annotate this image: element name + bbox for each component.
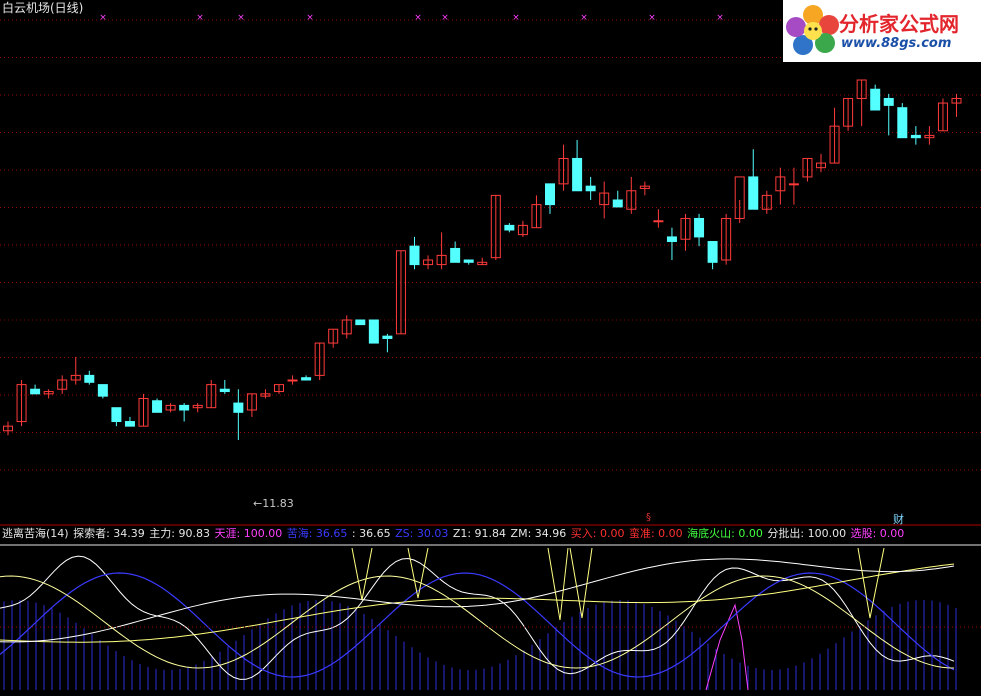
low-price-label: ←11.83 [253, 497, 294, 510]
indicator-bar: 逃离苦海(14) 探索者: 34.39 主力: 90.83 天涯: 100.00… [2, 527, 906, 541]
candle-body [30, 388, 41, 395]
candle-body [897, 107, 908, 139]
x-marker: × [512, 13, 520, 23]
flower-icon [786, 5, 839, 55]
indicator-item: 天涯: 100.00 [211, 527, 283, 540]
candle-body [504, 224, 515, 231]
x-marker: × [716, 13, 724, 23]
indicator-item: 买入: 0.00 [567, 527, 625, 540]
indicator-item: 苦海: 36.65 [283, 527, 348, 540]
indicator-item: 主力: 90.83 [145, 527, 210, 540]
candle-body [368, 319, 379, 344]
low-price-value: 11.83 [262, 497, 294, 510]
indicator-item: : 36.65 [348, 527, 391, 540]
indicator-item: 蛮准: 0.00 [625, 527, 683, 540]
candle-body [883, 97, 894, 106]
candle-body [152, 400, 163, 413]
candle-body [179, 404, 190, 411]
candle-body [355, 319, 366, 326]
watermark-logo: 分析家公式网 www.88gs.com [783, 0, 981, 62]
indicator-item: 探索者: 34.39 [73, 527, 145, 540]
logo-brand: 分析家公式网 [839, 12, 959, 36]
x-marker: × [580, 13, 588, 23]
chart-title: 白云机场(日线) [2, 1, 84, 15]
indicator-item: Z1: 91.84 [449, 527, 507, 540]
candle-body [585, 185, 596, 192]
white-trend [0, 558, 955, 643]
candle-body [111, 407, 122, 423]
candle-body [463, 259, 474, 263]
indicator-item: 选股: 0.00 [847, 527, 905, 540]
candle-body [97, 384, 108, 397]
candle-body [653, 220, 664, 223]
yellow-oscillator [0, 575, 955, 669]
x-marker: × [99, 13, 107, 23]
price-chart: × × × × × × × × × × [0, 13, 981, 691]
candle-body [84, 374, 95, 383]
magenta-line [705, 603, 749, 691]
candle-body [233, 402, 244, 413]
candle-body [301, 377, 312, 381]
spike-line [857, 547, 885, 619]
yellow-trend [0, 563, 955, 643]
indicator-name: 逃离苦海(14) [2, 527, 69, 540]
candle-body [382, 335, 393, 339]
indicator-item: ZS: 30.03 [391, 527, 449, 540]
candle-body [694, 217, 705, 238]
candle-body [870, 88, 881, 111]
candle-body [450, 247, 461, 263]
logo-url: www.88gs.com [841, 36, 952, 51]
finance-marker: 财 [893, 513, 904, 526]
spike-line [547, 547, 569, 621]
candle-body [666, 236, 677, 243]
candle-body [788, 183, 799, 186]
candle-body [572, 157, 583, 192]
candle-body [612, 199, 623, 208]
indicator-item: 海底火山: 0.00 [683, 527, 763, 540]
x-marker: × [196, 13, 204, 23]
candle-body [748, 176, 759, 210]
candle-body [707, 241, 718, 263]
indicator-item: 分批出: 100.00 [763, 527, 847, 540]
money-icon: § [646, 512, 651, 523]
candle-body [409, 245, 420, 266]
x-marker: × [237, 13, 245, 23]
x-marker: × [648, 13, 656, 23]
x-marker: × [414, 13, 422, 23]
candle-body [910, 134, 921, 139]
x-marker: × [306, 13, 314, 23]
candle-body [219, 388, 230, 393]
candle-body [124, 421, 135, 427]
candle-body [287, 379, 298, 382]
candle-body [545, 183, 555, 206]
x-marker: × [441, 13, 449, 23]
indicator-item: ZM: 34.96 [507, 527, 567, 540]
blue-oscillator [0, 572, 955, 678]
